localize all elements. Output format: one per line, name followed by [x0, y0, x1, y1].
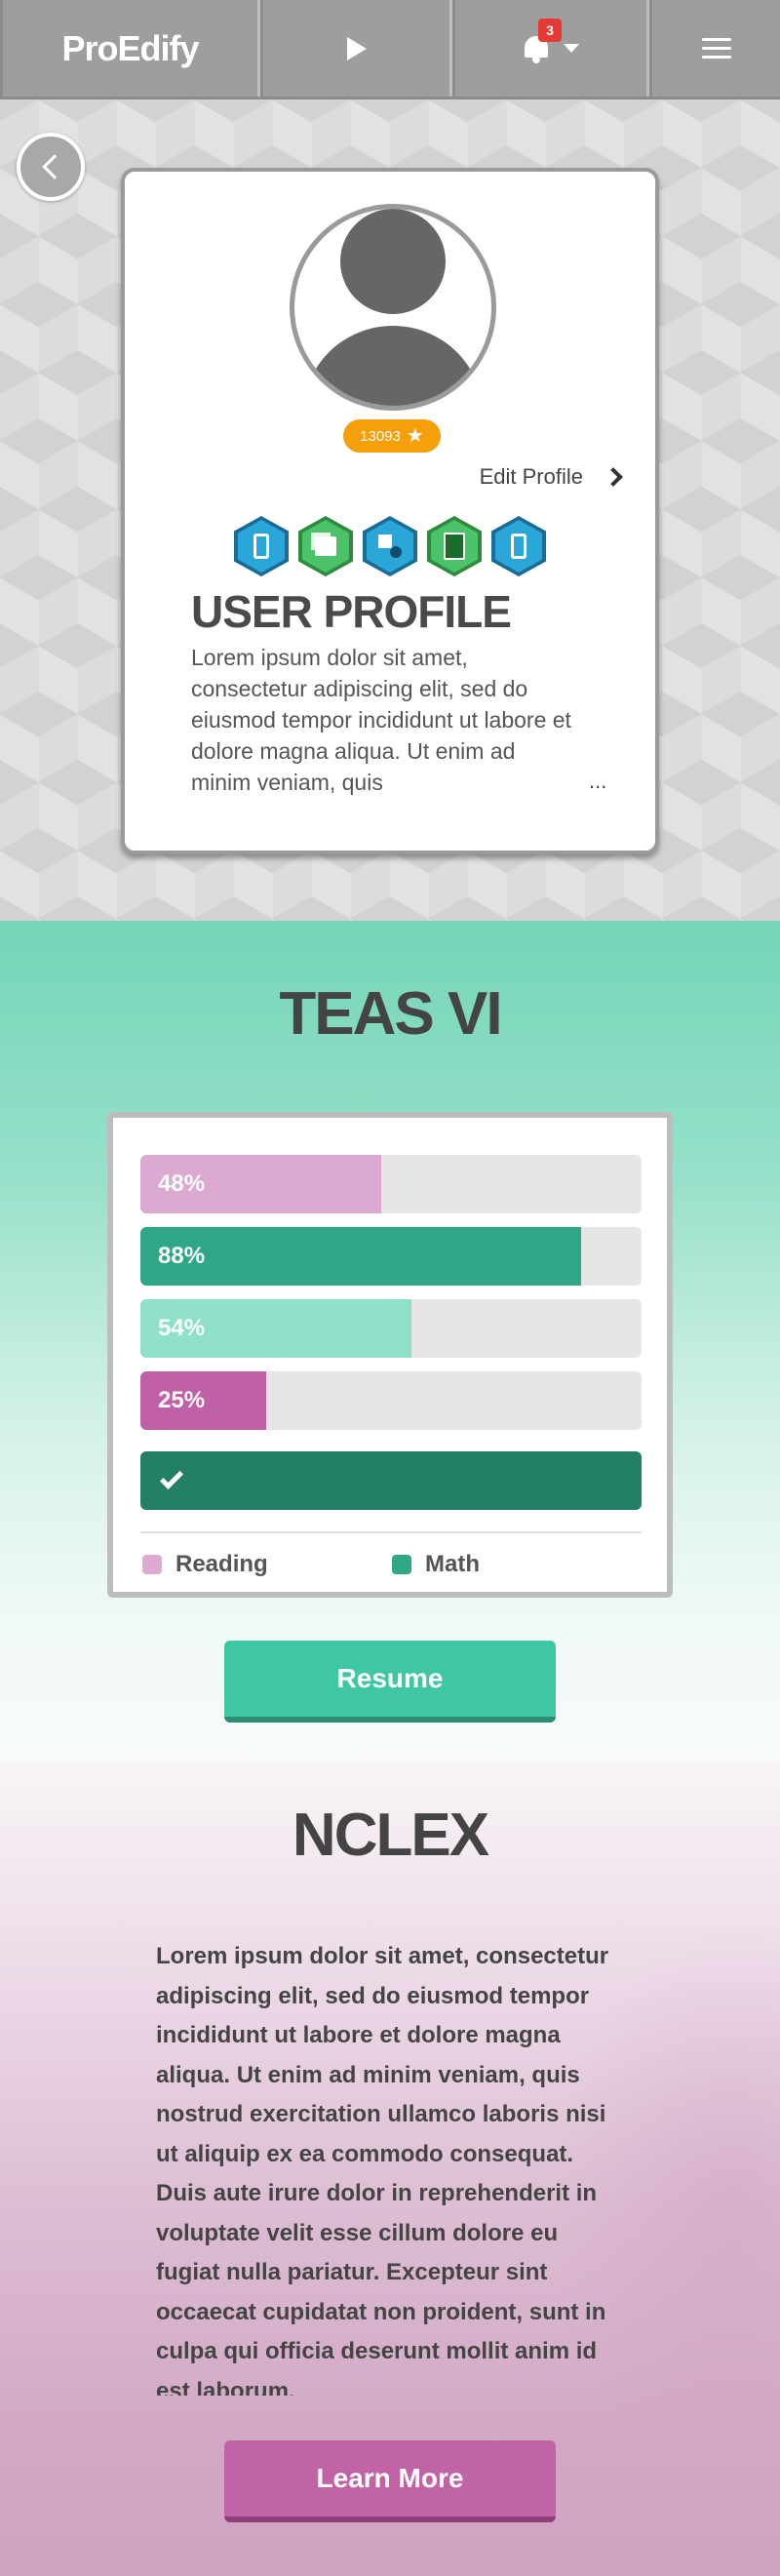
points-badge: 13093 ★ — [343, 419, 441, 453]
avatar[interactable] — [290, 204, 496, 411]
bell-icon: 3 — [523, 18, 562, 63]
back-button[interactable] — [17, 133, 85, 201]
shapes-badge-icon[interactable] — [363, 516, 417, 576]
progress-bar[interactable]: 54% — [140, 1299, 642, 1358]
resume-button[interactable]: Resume — [224, 1641, 556, 1723]
legend-item-math: Math — [392, 1551, 480, 1578]
progress-bar-fill: 48% — [140, 1155, 381, 1213]
chevron-down-icon — [564, 44, 579, 53]
completed-bar[interactable] — [140, 1451, 642, 1510]
edit-profile-label: Edit Profile — [479, 464, 583, 489]
progress-bar-label: 25% — [158, 1387, 206, 1413]
logo[interactable]: ProEdify — [0, 0, 260, 97]
profile-section: 13093 ★ Edit Profile USER PROFILE Lorem … — [0, 99, 780, 921]
legend-swatch — [392, 1555, 411, 1574]
nclex-description: Lorem ipsum dolor sit amet, consectetur … — [156, 1943, 609, 2396]
checkmark-icon — [159, 1465, 184, 1490]
profile-bio: Lorem ipsum dolor sit amet, consectetur … — [191, 645, 571, 795]
teas-section: TEAS VI 48% 88% 54% 25% Reading Math Res… — [0, 921, 780, 1762]
progress-bar-label: 48% — [158, 1170, 206, 1197]
notification-count-badge: 3 — [538, 18, 562, 42]
progress-bar-fill: 88% — [140, 1227, 582, 1286]
flashcards-badge-icon[interactable] — [298, 516, 353, 576]
bio-more-link[interactable]: ... — [589, 769, 606, 794]
notifications-button[interactable]: 3 — [452, 0, 649, 97]
legend-label: Math — [425, 1551, 480, 1577]
logo-text: ProEdify — [61, 27, 199, 68]
achievement-badges — [234, 516, 546, 576]
menu-button[interactable] — [649, 0, 780, 97]
profile-card: 13093 ★ Edit Profile USER PROFILE Lorem … — [121, 168, 659, 854]
teas-title: TEAS VI — [279, 980, 502, 1048]
play-button[interactable] — [260, 0, 452, 97]
profile-title: USER PROFILE — [191, 586, 512, 637]
chevron-right-icon — [604, 467, 623, 487]
hamburger-menu-icon — [701, 38, 731, 59]
chevron-left-icon — [42, 154, 67, 179]
nclex-section: NCLEX Lorem ipsum dolor sit amet, consec… — [0, 1762, 780, 2576]
play-icon — [346, 36, 367, 60]
progress-bar-fill: 54% — [140, 1299, 411, 1358]
progress-card: 48% 88% 54% 25% Reading Math — [107, 1112, 673, 1598]
mobile-badge-icon[interactable] — [234, 516, 289, 576]
legend-swatch — [142, 1555, 162, 1574]
progress-bar-fill: 25% — [140, 1371, 266, 1430]
progress-bar-label: 54% — [158, 1315, 206, 1341]
mobile-badge-icon[interactable] — [491, 516, 546, 576]
learn-more-button[interactable]: Learn More — [224, 2440, 556, 2522]
nclex-title: NCLEX — [292, 1802, 489, 1869]
progress-bar-label: 88% — [158, 1243, 206, 1269]
points-value: 13093 — [360, 427, 401, 445]
top-nav-bar: ProEdify 3 — [0, 0, 780, 99]
edit-profile-link[interactable]: Edit Profile — [479, 464, 623, 490]
legend-label: Reading — [176, 1551, 268, 1577]
progress-bar[interactable]: 88% — [140, 1227, 642, 1286]
divider — [140, 1531, 642, 1533]
legend-item-reading: Reading — [142, 1551, 268, 1578]
progress-bar[interactable]: 25% — [140, 1371, 642, 1430]
book-badge-icon[interactable] — [427, 516, 482, 576]
star-icon: ★ — [406, 425, 424, 447]
progress-bar[interactable]: 48% — [140, 1155, 642, 1213]
